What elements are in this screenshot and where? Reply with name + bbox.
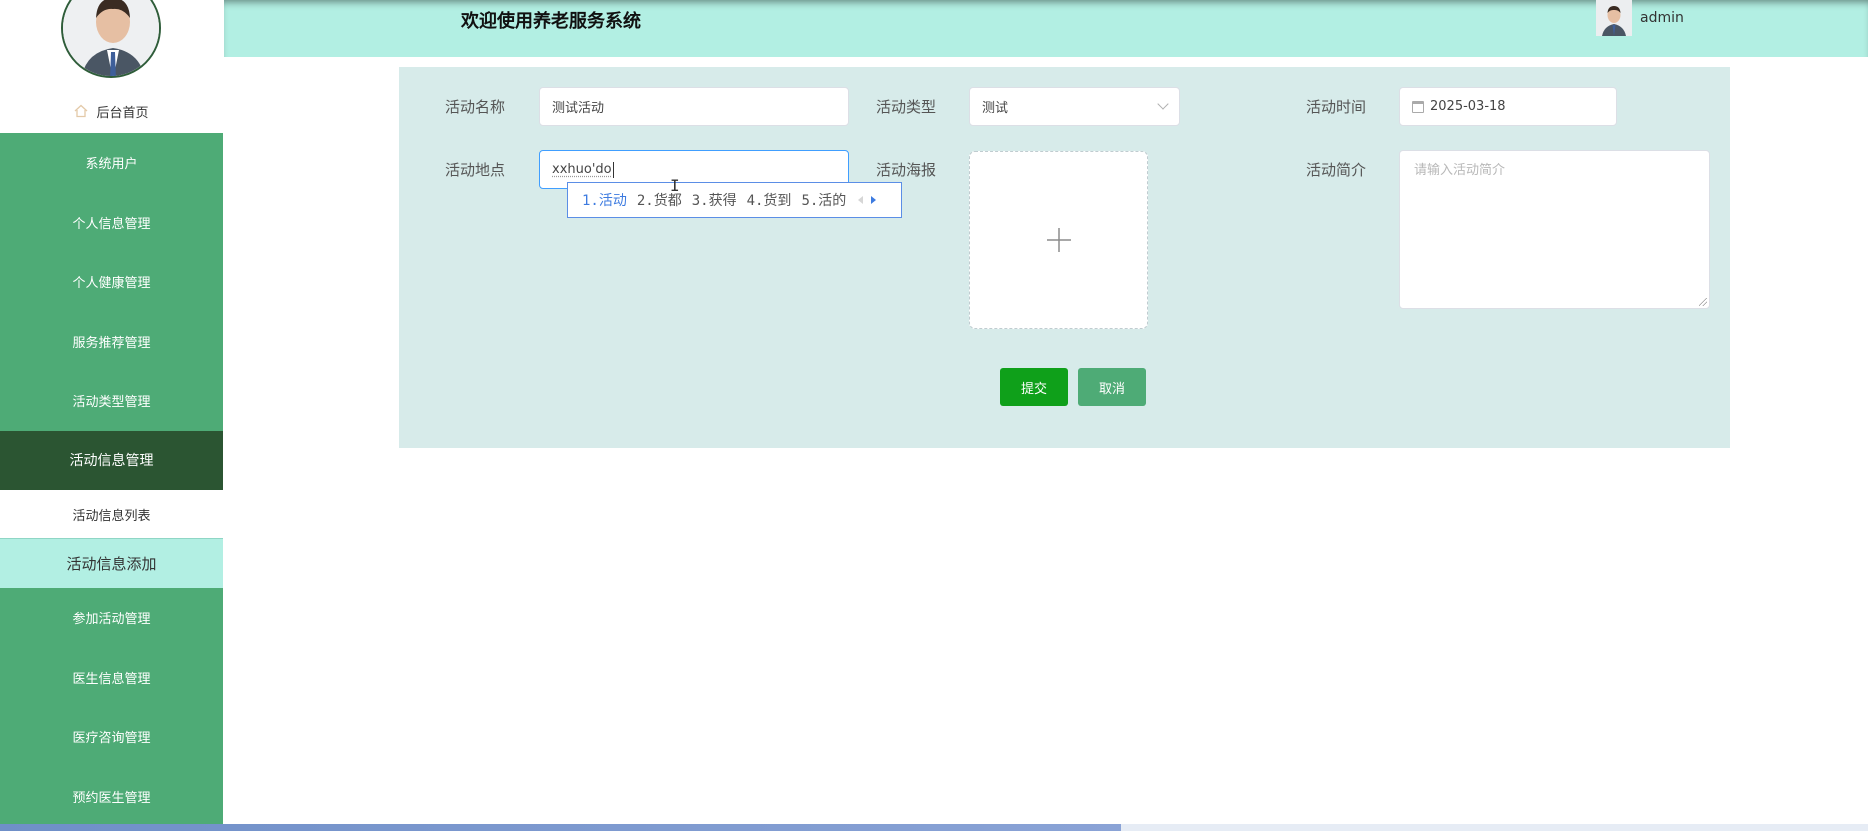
activity-type-value: 测试 — [982, 101, 1009, 116]
user-avatar[interactable] — [1596, 0, 1632, 36]
sidebar: 后台首页 系统用户 个人信息管理 个人健康管理 服务推荐管理 活动类型管理 活动… — [0, 0, 223, 831]
poster-upload[interactable] — [969, 151, 1148, 329]
sidebar-item-medical-consult[interactable]: 医疗咨询管理 — [0, 707, 223, 767]
sidebar-subitem-activity-add[interactable]: 活动信息添加 — [0, 539, 223, 588]
ime-candidate[interactable]: 3.获得 — [692, 190, 737, 210]
activity-intro-placeholder: 请输入活动简介 — [1414, 163, 1506, 178]
ime-candidate-bar: 1.活动 2.货都 3.获得 4.货到 5.活的 — [567, 182, 902, 218]
activity-time-picker[interactable]: 2025-03-18 — [1399, 87, 1617, 126]
activity-time-label: 活动时间 — [1306, 98, 1367, 116]
sidebar-item-doctor-appointment[interactable]: 预约医生管理 — [0, 766, 223, 826]
sidebar-item-label: 医疗咨询管理 — [72, 731, 151, 747]
avatar — [61, 0, 161, 78]
cancel-button[interactable]: 取消 — [1078, 368, 1146, 406]
calendar-icon — [1412, 100, 1424, 113]
sidebar-item-service-recommend[interactable]: 服务推荐管理 — [0, 311, 223, 371]
page-title: 欢迎使用养老服务系统 — [461, 11, 641, 32]
top-header: 欢迎使用养老服务系统 admin — [224, 0, 1868, 57]
activity-intro-label: 活动简介 — [1306, 161, 1367, 179]
sidebar-menu: 系统用户 个人信息管理 个人健康管理 服务推荐管理 活动类型管理 活动信息管理 … — [0, 133, 223, 826]
sidebar-home-label: 后台首页 — [96, 105, 149, 121]
sidebar-item-label: 预约医生管理 — [72, 790, 151, 806]
ime-next-page-icon[interactable] — [871, 196, 877, 204]
ibeam-cursor-icon: Ι — [670, 176, 680, 195]
home-icon — [75, 104, 88, 118]
sidebar-item-label: 活动信息添加 — [66, 555, 157, 573]
sidebar-item-label: 医生信息管理 — [72, 671, 151, 687]
sidebar-item-label: 个人健康管理 — [72, 276, 151, 292]
sidebar-home-link[interactable]: 后台首页 — [0, 90, 223, 132]
ime-page-nav — [858, 196, 877, 204]
submit-button[interactable]: 提交 — [1000, 368, 1068, 406]
sidebar-item-label: 个人信息管理 — [72, 216, 151, 232]
sidebar-item-system-users[interactable]: 系统用户 — [0, 133, 223, 193]
sidebar-subitem-activity-list[interactable]: 活动信息列表 — [0, 490, 223, 539]
activity-name-input[interactable]: 测试活动 — [539, 87, 849, 126]
activity-type-label: 活动类型 — [876, 98, 937, 116]
sidebar-item-personal-info[interactable]: 个人信息管理 — [0, 192, 223, 252]
resize-grip-icon[interactable] — [1699, 298, 1707, 306]
chevron-down-icon — [1157, 98, 1169, 110]
activity-poster-label: 活动海报 — [876, 161, 937, 179]
sidebar-item-label: 活动信息管理 — [69, 453, 154, 470]
ime-candidate[interactable]: 4.货到 — [747, 190, 792, 210]
ime-candidate[interactable]: 1.活动 — [582, 190, 627, 210]
activity-type-select[interactable]: 测试 — [969, 87, 1180, 126]
ime-candidate[interactable]: 5.活的 — [801, 190, 846, 210]
ime-prev-page-icon[interactable] — [858, 196, 864, 204]
sidebar-item-join-activity[interactable]: 参加活动管理 — [0, 588, 223, 648]
activity-form-panel: 活动名称 测试活动 活动类型 测试 活动时间 2025-03-18 活动地点 x… — [399, 67, 1730, 448]
activity-location-value: xxhuo'do — [552, 162, 612, 177]
sidebar-item-personal-health[interactable]: 个人健康管理 — [0, 252, 223, 312]
activity-time-value: 2025-03-18 — [1430, 99, 1506, 114]
text-caret — [612, 161, 614, 178]
plus-icon — [1046, 228, 1071, 252]
sidebar-item-label: 活动信息列表 — [72, 508, 151, 524]
sidebar-item-doctor-info[interactable]: 医生信息管理 — [0, 647, 223, 707]
activity-name-value: 测试活动 — [552, 101, 605, 116]
activity-name-label: 活动名称 — [445, 98, 506, 116]
username-label: admin — [1640, 10, 1684, 26]
sidebar-item-label: 服务推荐管理 — [72, 335, 151, 351]
user-menu[interactable]: admin — [1596, 0, 1684, 36]
sidebar-item-label: 系统用户 — [85, 157, 138, 173]
horizontal-scrollbar[interactable] — [0, 824, 1868, 831]
activity-location-label: 活动地点 — [445, 161, 506, 179]
sidebar-item-activity-type[interactable]: 活动类型管理 — [0, 371, 223, 431]
sidebar-item-label: 活动类型管理 — [72, 395, 151, 411]
sidebar-item-label: 参加活动管理 — [72, 612, 151, 628]
activity-intro-textarea[interactable]: 请输入活动简介 — [1399, 150, 1710, 309]
sidebar-item-activity-info[interactable]: 活动信息管理 — [0, 430, 223, 490]
